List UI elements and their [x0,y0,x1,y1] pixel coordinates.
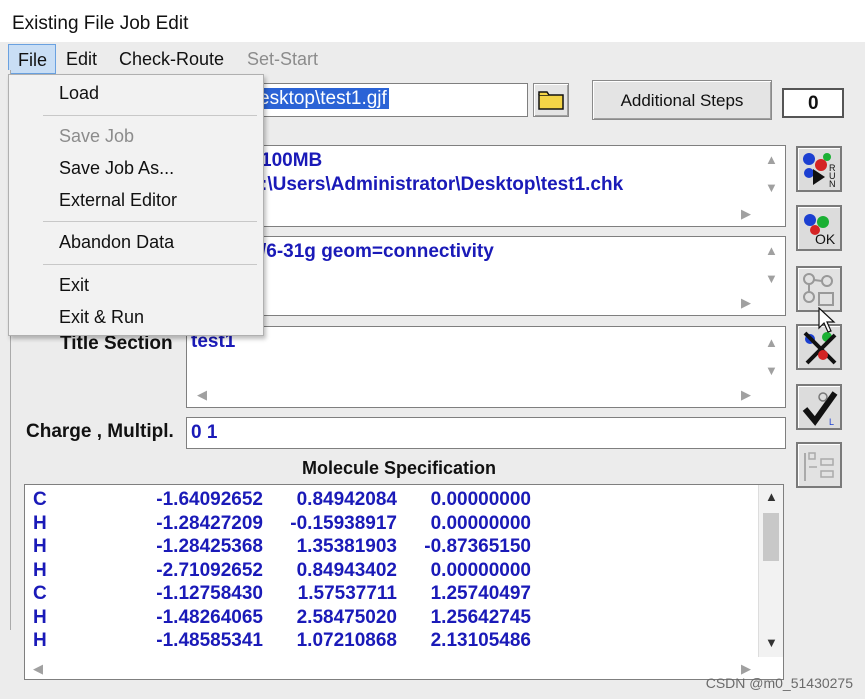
menu-item-abandon-data[interactable]: Abandon Data [59,232,174,253]
atom-coord-x: -1.12758430 [156,583,263,604]
charge-mult-value: 0 1 [191,422,218,443]
scroll-down-icon[interactable]: ▼ [765,363,778,378]
scroll-down-icon[interactable]: ▼ [765,635,778,650]
atom-coord-y: 1.35381903 [296,536,397,557]
scroll-thumb[interactable] [763,513,779,561]
scroll-up-icon[interactable]: ▲ [765,152,778,167]
scroll-down-icon[interactable]: ▼ [765,271,778,286]
atom-coord-y: -0.15938917 [290,512,397,534]
atom-element: C [33,489,47,510]
steps-count-value: 0 [808,93,819,114]
atom-element: C [33,583,47,604]
title-section-field[interactable]: test1 ▲ ▼ ◀ ▶ [186,326,786,408]
link0-line1: 100MB [261,150,323,171]
watermark: CSDN @m0_51430275 [705,675,853,691]
atom-coord-y: 1.57537711 [297,583,397,604]
ok-icon: OK [804,214,836,247]
scroll-right-icon[interactable]: ▶ [741,206,751,222]
menu-separator [43,264,257,265]
atom-coord-y: 2.58475020 [296,606,397,628]
atom-coord-z: 0.00000000 [430,512,531,534]
file-path-value: esktop\test1.gjf [257,88,389,109]
atom-coord-x: -1.64092652 [156,489,263,510]
atom-element: H [33,630,47,651]
list-button[interactable] [796,442,842,488]
check-icon: L [802,391,838,427]
scroll-right-icon[interactable]: ▶ [741,295,751,311]
menu-check-route[interactable]: Check-Route [119,49,224,70]
title-bar: Existing File Job Edit [0,0,865,42]
steps-count: 0 [782,88,844,118]
atom-coord-y: 0.84943402 [296,559,397,581]
atom-coord-x: -2.71092652 [156,559,263,581]
list-icon [804,452,834,481]
route-line1: /6-31g geom=connectivity [261,241,494,262]
atom-element: H [33,606,47,628]
svg-text:N: N [829,179,836,189]
atom-coord-y: 0.84942084 [296,489,397,510]
menu-file[interactable]: File [8,44,56,74]
atom-coord-z: -0.87365150 [424,536,531,557]
scroll-up-icon[interactable]: ▲ [765,243,778,258]
route-field[interactable]: /6-31g geom=connectivity ▲ ▼ ▶ [190,236,786,316]
menu-bar: Edit Check-Route Set-Start [0,43,865,75]
atom-element: H [33,559,47,581]
scroll-left-icon[interactable]: ◀ [33,661,43,677]
link0-line2: :\Users\Administrator\Desktop\test1.chk [261,174,624,195]
charge-mult-label: Charge , Multipl. [26,421,174,442]
molecule-spec-label: Molecule Specification [302,458,497,478]
atom-coord-z: 0.00000000 [430,489,531,510]
menu-set-start: Set-Start [247,49,319,69]
run-button[interactable]: R U N [796,146,842,192]
atom-coord-y: 1.07210868 [296,630,397,651]
scroll-up-icon[interactable]: ▲ [765,489,778,504]
menu-item-exit[interactable]: Exit [59,275,89,296]
title-section-label: Title Section [60,333,173,354]
atom-coord-z: 1.25740497 [430,583,531,604]
menu-item-load[interactable]: Load [59,83,99,104]
additional-steps-button[interactable]: Additional Steps [592,80,772,120]
atom-coord-z: 2.13105486 [430,630,531,651]
job-edit-window: Existing File Job Edit Edit Check-Route … [0,0,865,699]
svg-text:L: L [829,417,834,427]
check-button[interactable]: L [796,384,842,430]
charge-mult-field[interactable]: 0 1 [186,417,786,449]
mouse-cursor-icon [818,307,836,333]
folder-icon [538,91,564,110]
scroll-up-icon[interactable]: ▲ [765,335,778,350]
scroll-down-icon[interactable]: ▼ [765,180,778,195]
atom-element: H [33,536,47,557]
run-icon: R U N [803,153,836,189]
additional-steps-label: Additional Steps [620,91,744,110]
scroll-left-icon[interactable]: ◀ [197,387,207,403]
browse-button[interactable] [533,83,569,117]
ok-button[interactable]: OK [796,205,842,251]
svg-text:OK: OK [815,231,836,247]
molecule-spec-field[interactable]: C -1.64092652 0.84942084 0.00000000 H -1.2842… [24,484,784,680]
atom-coord-x: -1.48585341 [156,630,263,651]
atom-element: H [33,512,47,534]
file-menu-dropdown: Load Save Job Save Job As... External Ed… [8,74,264,336]
menu-separator [43,221,257,222]
menu-edit[interactable]: Edit [66,49,97,70]
atom-coord-x: -1.28427209 [156,512,263,534]
scroll-right-icon[interactable]: ▶ [741,387,751,403]
atom-coord-z: 0.00000000 [430,559,531,581]
molecule-edit-button[interactable] [796,266,842,312]
atom-coord-z: 1.25642745 [430,606,531,628]
menu-item-external-editor[interactable]: External Editor [59,190,177,211]
menu-item-save-job: Save Job [59,126,135,146]
atom-coord-x: -1.48264065 [156,606,263,628]
molecule-edit-icon [803,273,834,306]
vertical-scrollbar[interactable]: ▲ ▼ [758,485,783,657]
menu-file-label: File [18,50,48,70]
atom-coord-x: -1.28425368 [156,536,263,557]
link0-field[interactable]: 100MB :\Users\Administrator\Desktop\test… [190,145,786,227]
menu-separator [43,115,257,116]
menu-item-exit-and-run[interactable]: Exit & Run [59,307,144,328]
menu-item-save-job-as[interactable]: Save Job As... [59,158,174,179]
window-title: Existing File Job Edit [12,13,189,34]
